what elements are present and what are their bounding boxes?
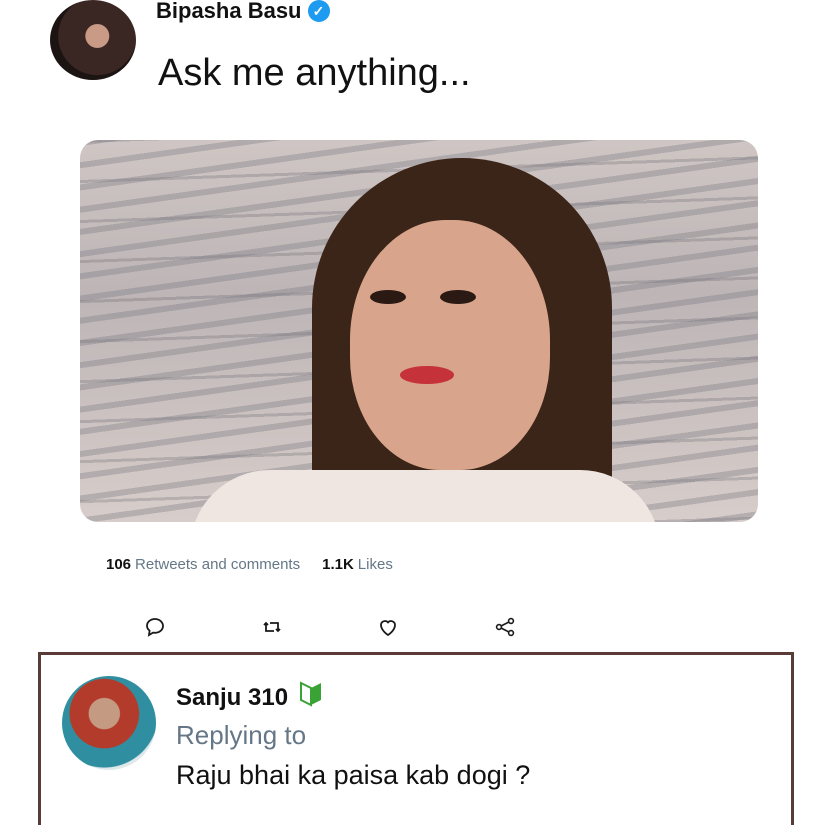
- replying-to-label: Replying to: [176, 720, 307, 750]
- retweets-count: 106: [106, 556, 132, 573]
- retweets-stat[interactable]: 106 Retweets and comments: [106, 556, 300, 573]
- reply-author-name[interactable]: Sanju 310: [176, 684, 288, 712]
- author-avatar[interactable]: [50, 0, 136, 80]
- tweet-text: Ask me anything...: [158, 52, 471, 94]
- like-icon[interactable]: [373, 612, 403, 642]
- action-bar: [140, 612, 520, 642]
- verified-badge-icon: ✓: [307, 0, 330, 22]
- reply-header: Sanju 310: [176, 680, 324, 715]
- post-image[interactable]: [80, 140, 758, 522]
- share-icon[interactable]: [490, 612, 520, 642]
- author-name[interactable]: Bipasha Basu: [156, 0, 302, 24]
- beginner-badge-icon: [298, 680, 324, 715]
- likes-label: Likes: [357, 556, 393, 573]
- comment-icon[interactable]: [140, 612, 170, 642]
- retweet-icon[interactable]: [257, 612, 287, 642]
- engagement-stats: 106 Retweets and comments 1.1K Likes: [106, 556, 393, 573]
- author-header: Bipasha Basu ✓: [156, 0, 330, 24]
- reply-text: Raju bhai ka paisa kab dogi ?: [176, 760, 531, 790]
- likes-stat[interactable]: 1.1K Likes: [322, 556, 393, 573]
- likes-count: 1.1K: [322, 556, 354, 573]
- retweets-label: Retweets and comments: [135, 556, 301, 573]
- reply-avatar[interactable]: [62, 676, 156, 770]
